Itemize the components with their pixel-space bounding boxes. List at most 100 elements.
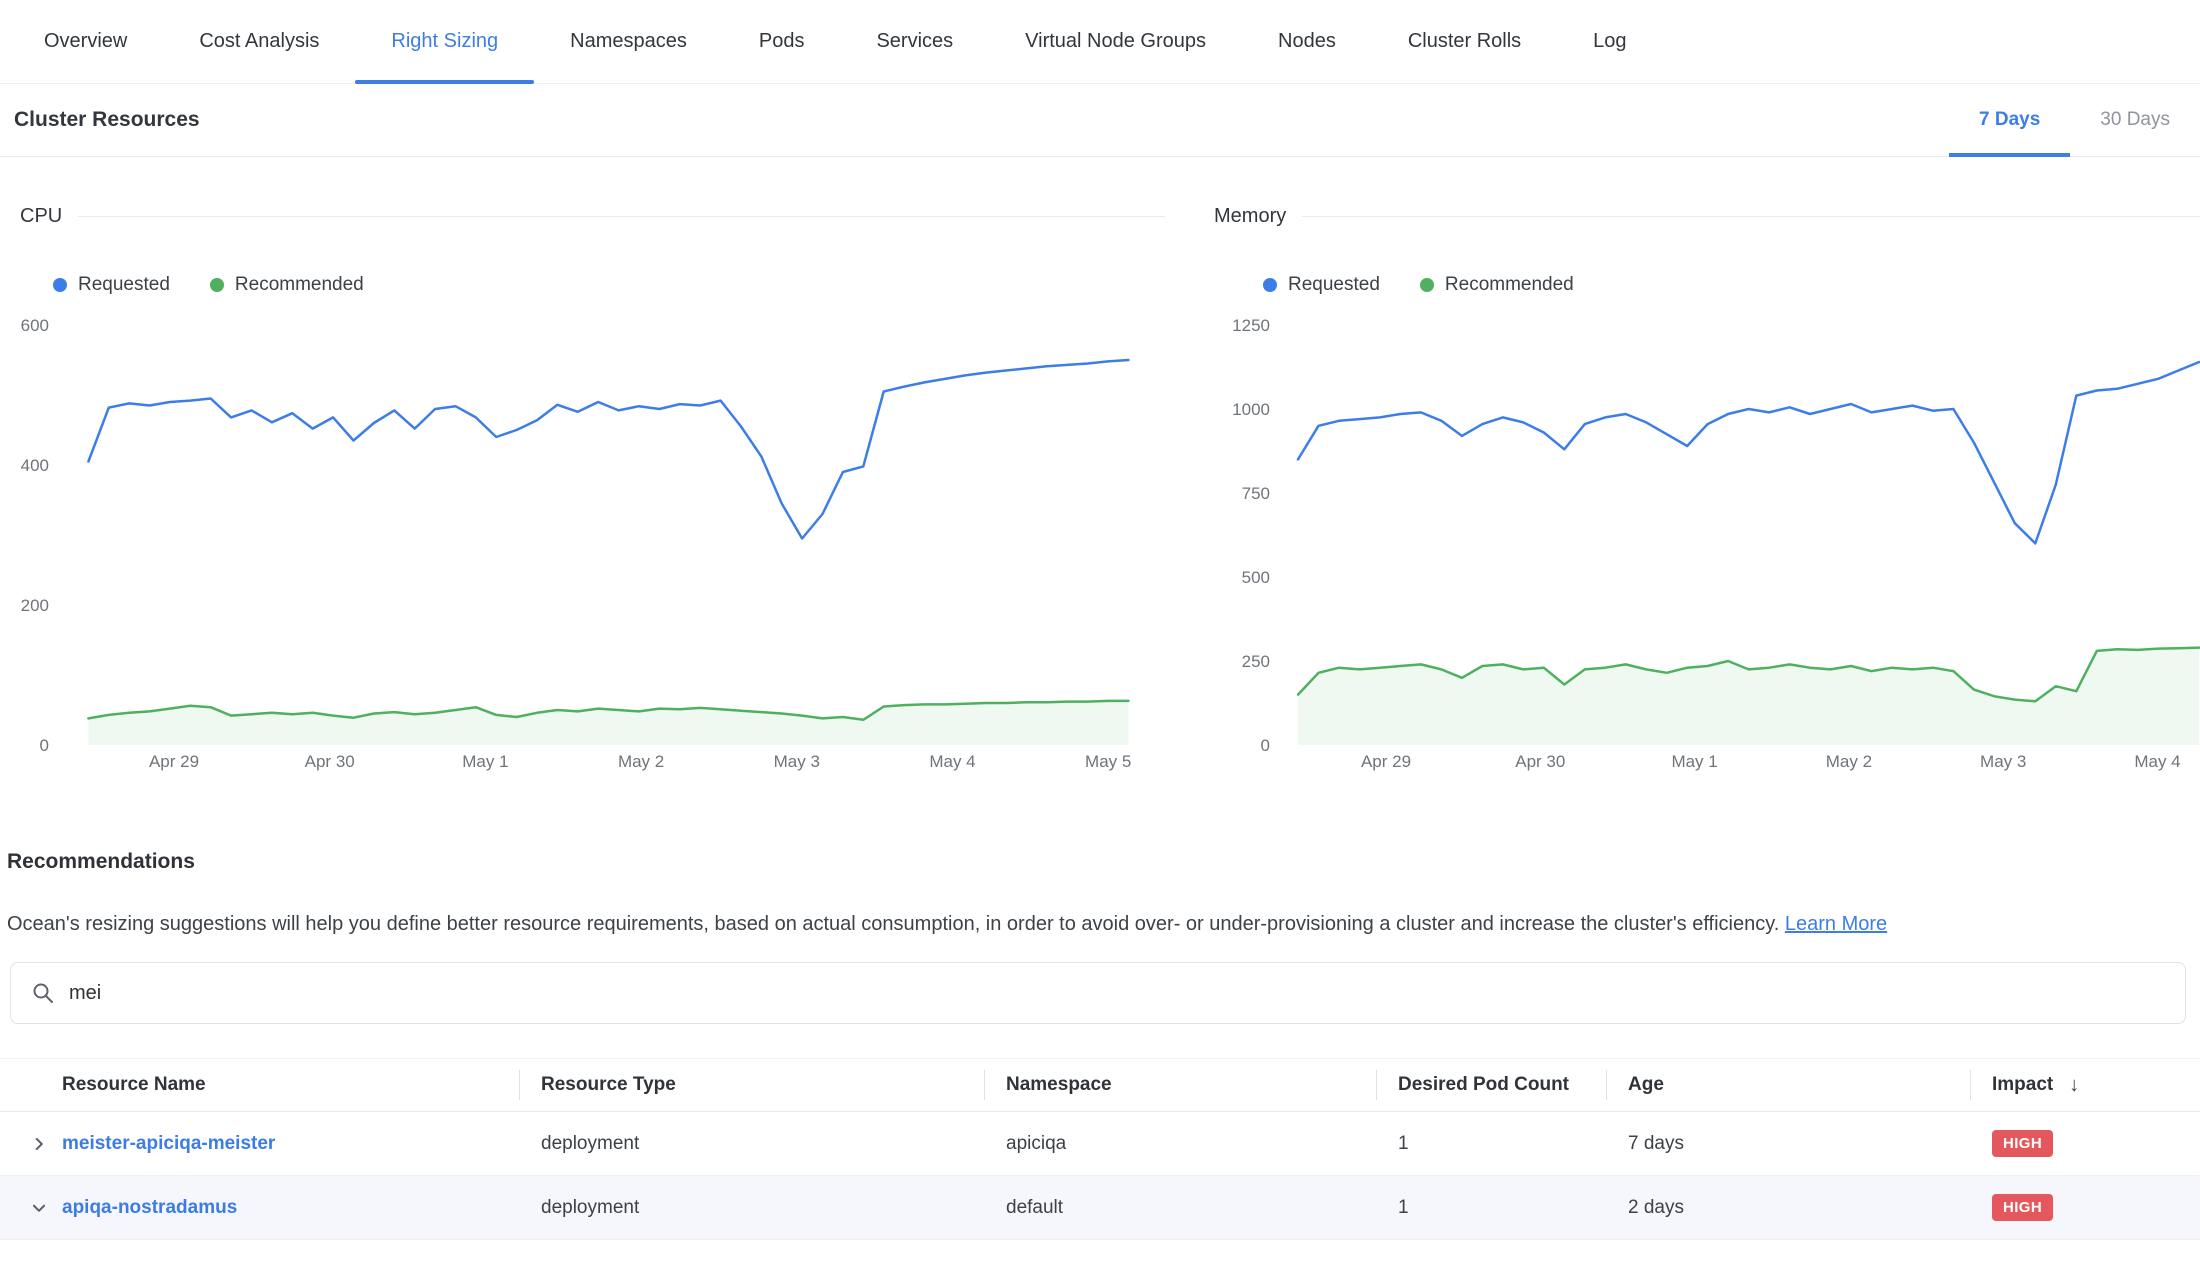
y-axis-tick-label: 200: [21, 596, 49, 615]
memory-chart-title: Memory: [1214, 205, 1286, 228]
cpu-requested-legend-item: Requested: [53, 274, 170, 296]
x-axis-tick-label: May 3: [1980, 752, 2026, 771]
requested-legend-label: Requested: [78, 274, 170, 296]
learn-more-link[interactable]: Learn More: [1785, 913, 1887, 935]
cpu-recommended-legend-item: Recommended: [210, 274, 364, 296]
recommended-area: [1298, 648, 2199, 745]
memory-chart-title-row: Memory: [1214, 205, 2200, 228]
memory-requested-legend-item: Requested: [1263, 274, 1380, 296]
recommendations-title: Recommendations: [7, 850, 2200, 874]
top-tab-bar: Overview Cost Analysis Right Sizing Name…: [0, 0, 2200, 84]
requested-legend-label: Requested: [1288, 274, 1380, 296]
recommendations-table: Resource Name Resource Type Namespace De…: [0, 1058, 2200, 1240]
impact-cell: HIGH: [1970, 1130, 2200, 1157]
table-row[interactable]: meister-apiciqa-meister deployment apici…: [0, 1112, 2200, 1176]
cpu-title-rule: [78, 216, 1165, 217]
age-cell: 7 days: [1606, 1133, 1970, 1155]
x-axis-tick-label: May 4: [2134, 752, 2180, 771]
requested-line: [88, 360, 1128, 539]
resource-name-link[interactable]: meister-apiciqa-meister: [62, 1133, 275, 1155]
x-axis-tick-label: Apr 30: [1515, 752, 1565, 771]
tab-nodes[interactable]: Nodes: [1242, 0, 1372, 83]
x-axis-tick-label: Apr 30: [305, 752, 355, 771]
recommended-area: [88, 701, 1128, 745]
tab-log[interactable]: Log: [1557, 0, 1662, 83]
search-input[interactable]: [69, 982, 2165, 1005]
y-axis-tick-label: 600: [21, 316, 49, 335]
recommended-legend-label: Recommended: [1445, 274, 1574, 296]
y-axis-tick-label: 0: [1261, 736, 1270, 755]
column-header-desired-pod-count: Desired Pod Count: [1376, 1059, 1606, 1111]
x-axis-tick-label: May 2: [618, 752, 664, 771]
memory-title-rule: [1302, 216, 2200, 217]
tab-cluster-rolls[interactable]: Cluster Rolls: [1372, 0, 1557, 83]
resource-type-cell: deployment: [519, 1197, 984, 1219]
namespace-cell: default: [984, 1197, 1376, 1219]
recommendations-description: Ocean's resizing suggestions will help y…: [7, 910, 2186, 938]
search-icon: [31, 981, 55, 1005]
tab-services[interactable]: Services: [840, 0, 989, 83]
chevron-down-icon[interactable]: [30, 1199, 48, 1217]
tab-virtual-node-groups[interactable]: Virtual Node Groups: [989, 0, 1242, 83]
column-header-resource-name: Resource Name: [0, 1059, 519, 1111]
y-axis-tick-label: 1000: [1232, 400, 1270, 419]
x-axis-tick-label: May 1: [1671, 752, 1717, 771]
recommended-legend-dot-icon: [1420, 278, 1434, 292]
tab-cost-analysis[interactable]: Cost Analysis: [163, 0, 355, 83]
impact-header-label: Impact: [1992, 1074, 2053, 1096]
charts-row: CPU Requested Recommended 0 200 400 600 Apr …: [0, 157, 2200, 802]
period-7-days[interactable]: 7 Days: [1949, 84, 2070, 156]
tab-right-sizing[interactable]: Right Sizing: [355, 0, 534, 83]
desired-pod-count-cell: 1: [1376, 1133, 1606, 1155]
cpu-chart-title-row: CPU: [20, 205, 1165, 228]
y-axis-tick-label: 500: [1242, 568, 1270, 587]
memory-line-chart: 0 250 500 750 1000 1250 Apr 29 Apr 30 May 1 May 2…: [1214, 310, 2200, 802]
table-row[interactable]: apiqa-nostradamus deployment default 1 2…: [0, 1176, 2200, 1240]
resource-search-box[interactable]: [10, 962, 2186, 1024]
y-axis-tick-label: 1250: [1232, 316, 1270, 335]
recommended-legend-label: Recommended: [235, 274, 364, 296]
x-axis-tick-label: May 3: [774, 752, 820, 771]
table-header-row: Resource Name Resource Type Namespace De…: [0, 1058, 2200, 1112]
column-header-age: Age: [1606, 1059, 1970, 1111]
memory-recommended-legend-item: Recommended: [1420, 274, 1574, 296]
x-axis-tick-label: May 5: [1085, 752, 1131, 771]
resource-name-link[interactable]: apiqa-nostradamus: [62, 1197, 237, 1219]
namespace-cell: apiciqa: [984, 1133, 1376, 1155]
sort-descending-icon[interactable]: ↓: [2069, 1074, 2079, 1097]
recommendations-section: Recommendations Ocean's resizing suggest…: [0, 850, 2200, 1240]
impact-cell: HIGH: [1970, 1194, 2200, 1221]
period-toggle: 7 Days 30 Days: [1949, 84, 2200, 156]
column-header-impact[interactable]: Impact ↓: [1970, 1059, 2200, 1111]
column-header-resource-type: Resource Type: [519, 1059, 984, 1111]
age-cell: 2 days: [1606, 1197, 1970, 1219]
x-axis-tick-label: May 2: [1826, 752, 1872, 771]
requested-legend-dot-icon: [53, 278, 67, 292]
column-header-namespace: Namespace: [984, 1059, 1376, 1111]
memory-chart-panel: Memory Requested Recommended 0 250 500 750 1…: [1214, 157, 2200, 802]
cpu-legend: Requested Recommended: [53, 274, 1165, 296]
cluster-resources-header: Cluster Resources 7 Days 30 Days: [0, 84, 2200, 157]
x-axis-tick-label: May 4: [929, 752, 975, 771]
x-axis-tick-label: May 1: [462, 752, 508, 771]
y-axis-tick-label: 750: [1242, 484, 1270, 503]
resource-type-cell: deployment: [519, 1133, 984, 1155]
x-axis-tick-label: Apr 29: [149, 752, 199, 771]
cluster-resources-title: Cluster Resources: [14, 108, 200, 132]
cpu-line-chart: 0 200 400 600 Apr 29 Apr 30 May 1 May 2 May 3 May…: [20, 310, 1165, 802]
y-axis-tick-label: 250: [1242, 652, 1270, 671]
tab-pods[interactable]: Pods: [723, 0, 841, 83]
cpu-chart-panel: CPU Requested Recommended 0 200 400 600 Apr …: [20, 157, 1165, 802]
requested-legend-dot-icon: [1263, 278, 1277, 292]
period-30-days[interactable]: 30 Days: [2070, 84, 2200, 156]
memory-legend: Requested Recommended: [1263, 274, 2200, 296]
right-sizing-page: Overview Cost Analysis Right Sizing Name…: [0, 0, 2200, 1240]
tab-overview[interactable]: Overview: [8, 0, 163, 83]
tab-namespaces[interactable]: Namespaces: [534, 0, 723, 83]
y-axis-tick-label: 0: [40, 736, 49, 755]
impact-high-badge: HIGH: [1992, 1130, 2053, 1157]
y-axis-tick-label: 400: [21, 456, 49, 475]
cpu-chart-title: CPU: [20, 205, 62, 228]
x-axis-tick-label: Apr 29: [1361, 752, 1411, 771]
chevron-right-icon[interactable]: [30, 1135, 48, 1153]
